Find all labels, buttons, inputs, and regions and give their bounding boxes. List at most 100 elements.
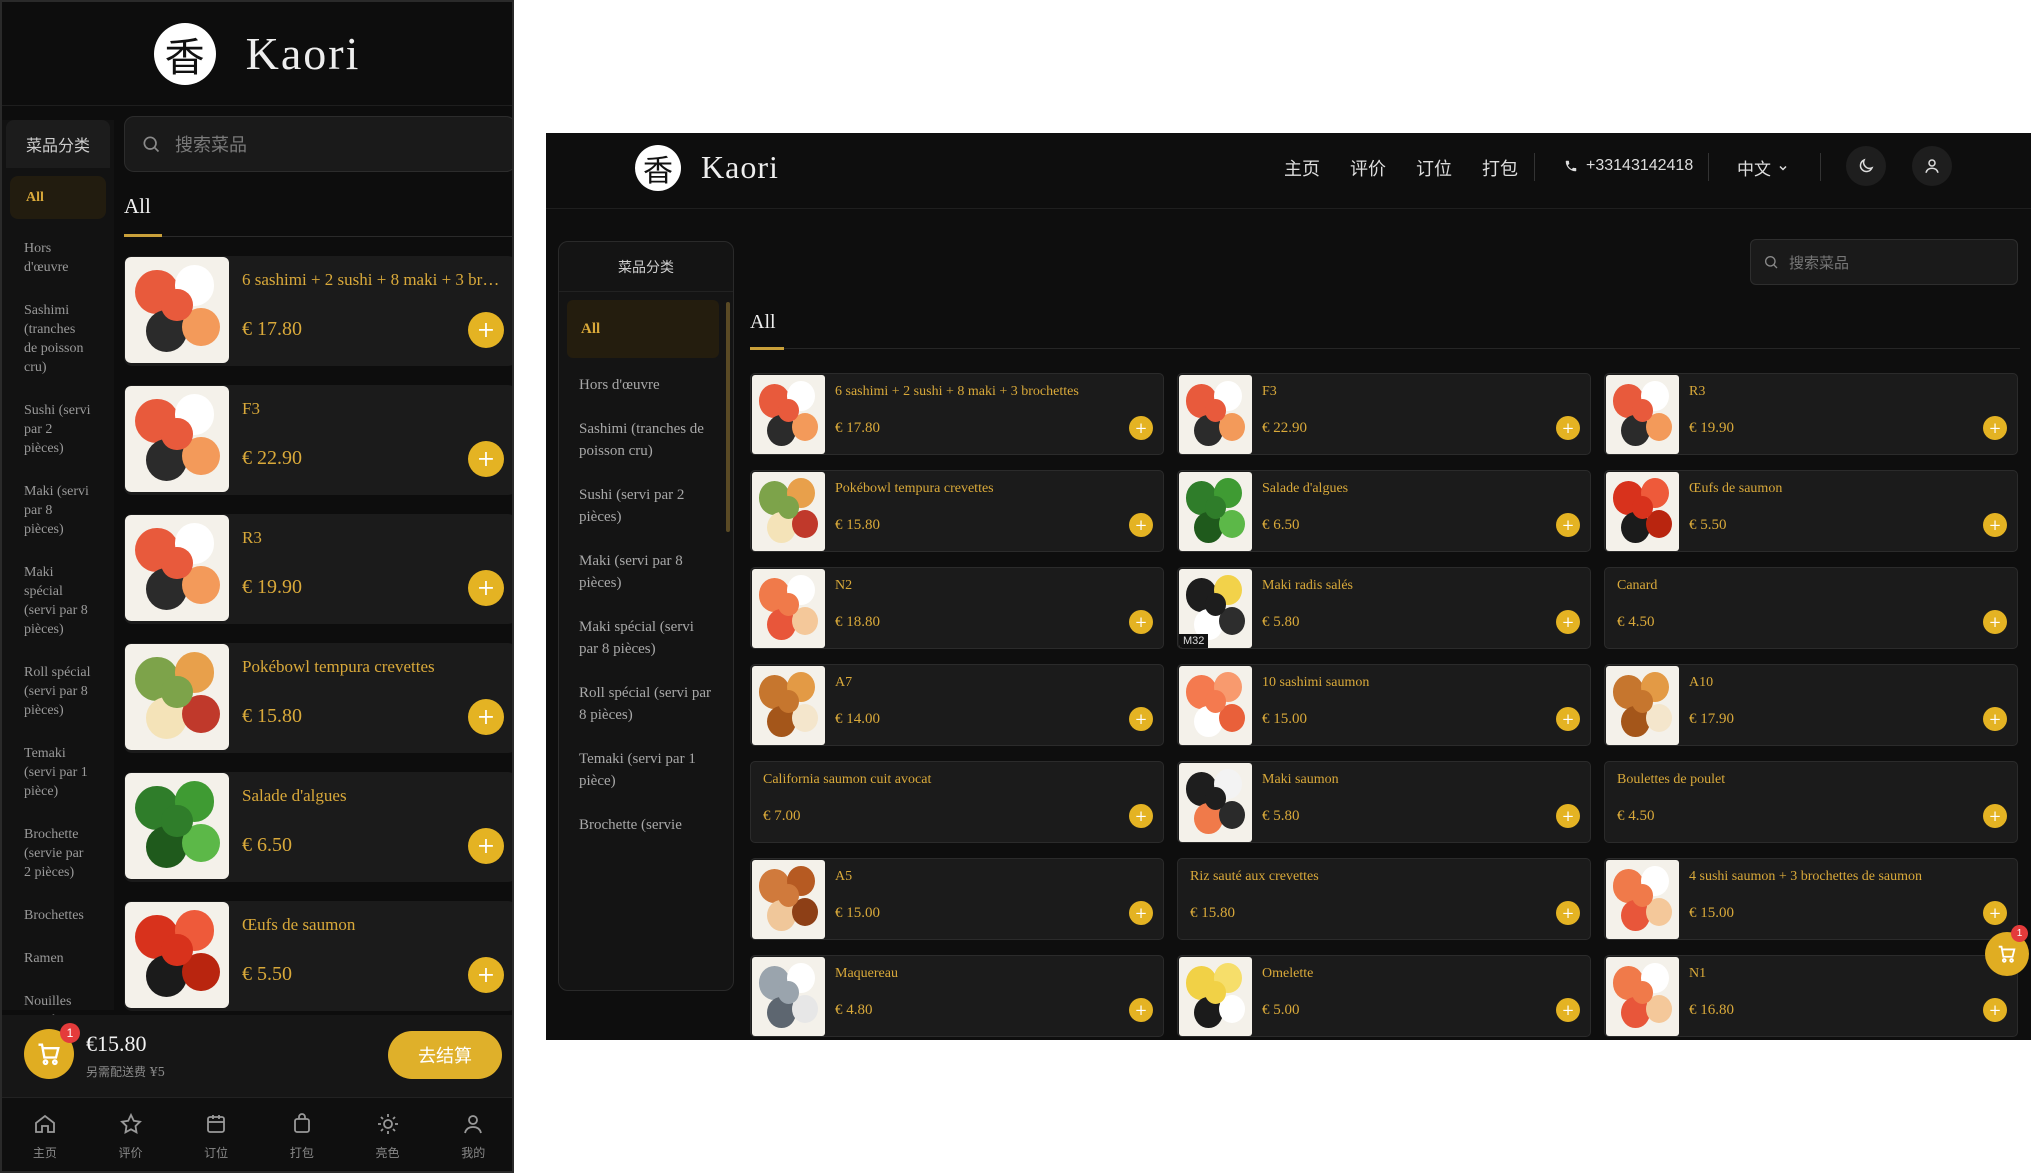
dish-image[interactable] [1179,666,1252,745]
add-to-cart-button[interactable]: + [1556,707,1580,731]
add-to-cart-button[interactable]: + [468,828,504,864]
category-item[interactable]: Sashimi (tranches de poisson cru) [559,418,733,462]
dish-card[interactable]: 10 sashimi saumon € 15.00 + [1177,664,1591,746]
dish-thumbnail[interactable] [1606,957,1679,1036]
nav-home[interactable]: 主页 [1284,155,1320,181]
dish-thumbnail[interactable] [125,902,229,1008]
dish-thumbnail[interactable] [1179,472,1252,551]
dish-thumbnail[interactable] [752,375,825,454]
dish-thumbnail[interactable] [752,860,825,939]
brand-name[interactable]: Kaori [246,27,361,80]
dish-card[interactable]: California saumon cuit avocat € 7.00 + [750,761,1164,843]
category-item[interactable]: Hors d'œuvre [559,374,733,396]
add-to-cart-button[interactable]: + [1129,804,1153,828]
dish-card[interactable]: Riz sauté aux crevettes € 15.80 + [1177,858,1591,940]
add-to-cart-button[interactable]: + [1983,998,2007,1022]
add-to-cart-button[interactable]: + [1983,610,2007,634]
add-to-cart-button[interactable]: + [1556,610,1580,634]
add-to-cart-button[interactable]: + [1129,513,1153,537]
dish-thumbnail[interactable] [752,472,825,551]
dish-card[interactable]: Œufs de saumon € 5.50 + [1604,470,2018,552]
search-input[interactable]: 搜索菜品 [1750,239,2018,285]
dish-thumbnail[interactable] [1606,860,1679,939]
add-to-cart-button[interactable]: + [1983,416,2007,440]
add-to-cart-button[interactable]: + [1983,707,2007,731]
category-item[interactable]: Maki spécial (servi par 8 pièces) [559,616,733,660]
dish-thumbnail[interactable] [752,666,825,745]
dish-card[interactable]: Œufs de saumon € 5.50 + [124,901,512,1011]
category-item[interactable]: All [567,300,719,358]
tab-booking[interactable]: 订位 [173,1098,259,1171]
sidebar-scrollbar[interactable] [726,302,730,532]
dish-image[interactable] [1606,957,1679,1036]
add-to-cart-button[interactable]: + [1129,998,1153,1022]
dish-image[interactable] [752,860,825,939]
dish-card[interactable]: Canard € 4.50 + [1604,567,2018,649]
category-item[interactable]: Sushi (servi par 2 pièces) [559,484,733,528]
dish-thumbnail[interactable] [125,386,229,492]
add-to-cart-button[interactable]: + [1556,998,1580,1022]
dish-image[interactable] [752,569,825,648]
phone-link[interactable]: +33143142418 [1564,157,1693,175]
dish-image[interactable] [1606,375,1679,454]
add-to-cart-button[interactable]: + [468,312,504,348]
category-item[interactable]: Roll spécial (servi par 8 pièces) [2,651,114,732]
dish-image[interactable] [1179,763,1252,842]
dish-card[interactable]: F3 € 22.90 + [124,385,512,495]
category-item[interactable]: Maki (servi par 8 pièces) [2,470,114,551]
dish-thumbnail[interactable] [125,257,229,363]
category-item[interactable]: Sushi (servi par 2 pièces) [2,389,114,470]
dish-image[interactable] [1606,472,1679,551]
dish-image[interactable] [752,472,825,551]
add-to-cart-button[interactable]: + [468,957,504,993]
tab-home[interactable]: 主页 [2,1098,88,1171]
tab-reviews[interactable]: 评价 [88,1098,174,1171]
category-item[interactable]: Brochette (servie par 2 pièces) [2,813,114,894]
add-to-cart-button[interactable]: + [1129,416,1153,440]
dish-card[interactable]: N2 € 18.80 + [750,567,1164,649]
checkout-button[interactable]: 去结算 [388,1031,502,1079]
nav-reviews[interactable]: 评价 [1350,155,1386,181]
dish-card[interactable]: F3 € 22.90 + [1177,373,1591,455]
dish-card[interactable]: A7 € 14.00 + [750,664,1164,746]
search-input[interactable]: 搜索菜品 [124,116,512,172]
category-item[interactable]: Sashimi (tranches de poisson cru) [2,289,114,389]
dish-image[interactable] [125,386,229,492]
dish-thumbnail[interactable] [1179,375,1252,454]
logo-icon[interactable]: 香 [635,145,681,191]
theme-toggle-button[interactable] [1846,146,1886,186]
dish-image[interactable] [1606,860,1679,939]
category-item[interactable]: Brochette (servie [559,814,733,836]
language-select[interactable]: 中文 [1737,155,1789,180]
category-item[interactable]: Brochettes [2,894,114,937]
brand-name[interactable]: Kaori [701,149,779,186]
dish-thumbnail[interactable] [125,644,229,750]
dish-card[interactable]: Salade d'algues € 6.50 + [1177,470,1591,552]
add-to-cart-button[interactable]: + [1129,610,1153,634]
nav-takeaway[interactable]: 打包 [1482,155,1518,181]
dish-image[interactable] [125,773,229,879]
nav-booking[interactable]: 订位 [1416,155,1452,181]
dish-card[interactable]: 6 sashimi + 2 sushi + 8 maki + 3 brochet… [750,373,1164,455]
dish-image[interactable] [1179,957,1252,1036]
add-to-cart-button[interactable]: + [1983,901,2007,925]
category-item[interactable]: Temaki (servi par 1 pièce) [559,748,733,792]
add-to-cart-button[interactable]: + [1556,901,1580,925]
category-item[interactable]: Hors d'œuvre [2,227,114,289]
add-to-cart-button[interactable]: + [1983,513,2007,537]
dish-image[interactable] [1606,666,1679,745]
dish-thumbnail[interactable] [1606,375,1679,454]
category-item[interactable]: Ramen [2,937,114,980]
category-item[interactable]: Roll spécial (servi par 8 pièces) [559,682,733,726]
dish-card[interactable]: R3 € 19.90 + [124,514,512,624]
dish-card[interactable]: R3 € 19.90 + [1604,373,2018,455]
dish-card[interactable]: A5 € 15.00 + [750,858,1164,940]
dish-card[interactable]: M32 Maki radis salés € 5.80 + [1177,567,1591,649]
add-to-cart-button[interactable]: + [1556,416,1580,440]
dish-thumbnail[interactable] [752,569,825,648]
dish-image[interactable] [125,644,229,750]
dish-thumbnail[interactable]: M32 [1179,569,1252,648]
add-to-cart-button[interactable]: + [1129,707,1153,731]
tab-profile[interactable]: 我的 [430,1098,512,1171]
dish-thumbnail[interactable] [1179,666,1252,745]
